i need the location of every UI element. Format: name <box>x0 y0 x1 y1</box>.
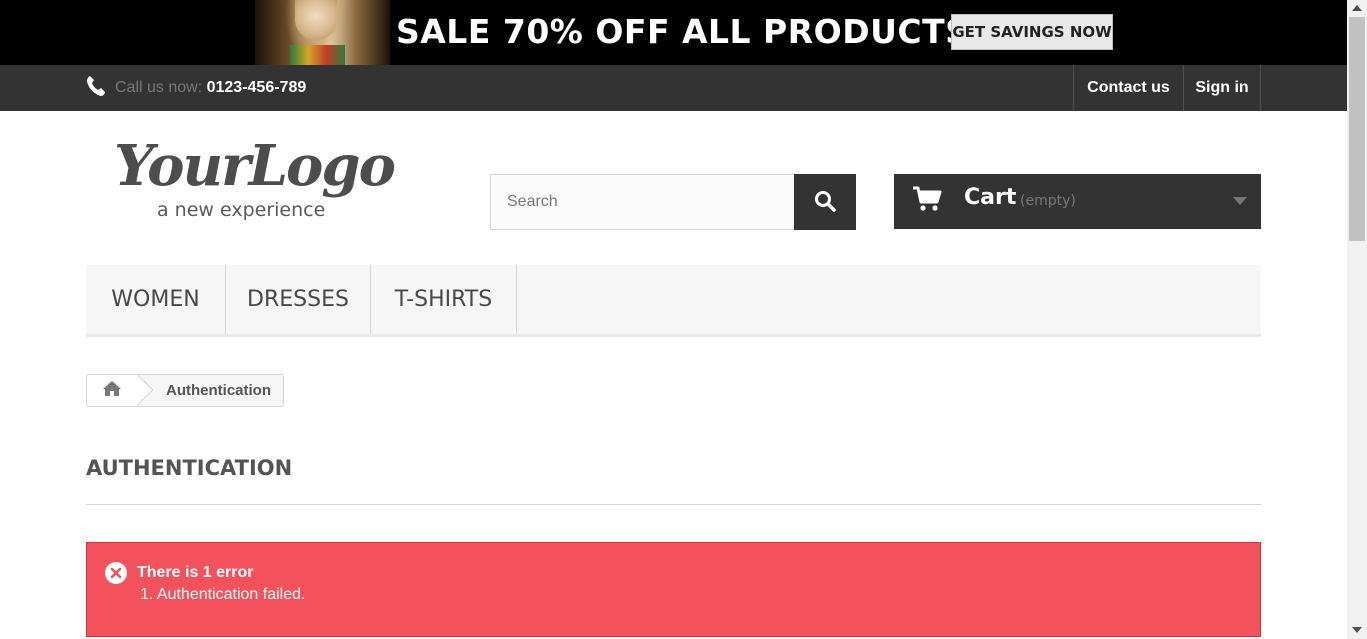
breadcrumb-current: Authentication <box>166 382 271 399</box>
heading-divider <box>86 504 1261 505</box>
get-savings-button[interactable]: GET SAVINGS NOW <box>951 14 1113 50</box>
site-logo[interactable]: YourLogo a new experience <box>110 138 410 228</box>
error-icon <box>105 562 127 584</box>
page-title: AUTHENTICATION <box>86 456 293 480</box>
cart-label: Cart <box>964 185 1017 210</box>
scrollbar-thumb[interactable] <box>1349 17 1365 241</box>
call-us-text: Call us now: 0123-456-789 <box>115 79 306 97</box>
search-icon <box>814 190 836 215</box>
scroll-up-arrow-icon[interactable] <box>1352 5 1362 11</box>
cart-button[interactable]: Cart (empty) <box>894 174 1261 229</box>
logo-wordmark: YourLogo <box>114 133 396 199</box>
cart-status: (empty) <box>1020 193 1076 209</box>
cart-icon <box>912 186 942 217</box>
home-icon <box>102 380 122 402</box>
contact-us-link[interactable]: Contact us <box>1073 65 1183 111</box>
scroll-down-arrow-icon[interactable] <box>1352 627 1362 633</box>
search-input[interactable] <box>490 174 795 230</box>
error-message: 1. Authentication failed. <box>140 586 306 603</box>
promo-model-image <box>255 0 390 65</box>
menu-item-dresses[interactable]: DRESSES <box>226 265 371 334</box>
logo-tagline: a new experience <box>157 199 326 221</box>
sign-in-link[interactable]: Sign in <box>1183 65 1261 111</box>
promo-title: SALE 70% OFF ALL PRODUCTS <box>396 12 970 51</box>
chevron-down-icon <box>1233 197 1247 205</box>
phone-number: 0123-456-789 <box>206 79 307 96</box>
menu-item-tshirts[interactable]: T-SHIRTS <box>371 265 517 334</box>
breadcrumb: Authentication <box>86 374 284 407</box>
promo-banner[interactable]: SALE 70% OFF ALL PRODUCTS GET SAVINGS NO… <box>0 0 1347 65</box>
main-menu: WOMEN DRESSES T-SHIRTS <box>86 265 1261 337</box>
top-nav-bar: Call us now: 0123-456-789 Contact us Sig… <box>0 65 1347 111</box>
error-alert: There is 1 error 1. Authentication faile… <box>86 542 1261 637</box>
search-button[interactable] <box>794 174 856 230</box>
phone-icon <box>86 75 106 97</box>
menu-item-women[interactable]: WOMEN <box>86 265 226 334</box>
breadcrumb-home-link[interactable] <box>87 375 137 406</box>
error-title: There is 1 error <box>137 564 254 581</box>
call-us-label: Call us now: <box>115 79 203 96</box>
